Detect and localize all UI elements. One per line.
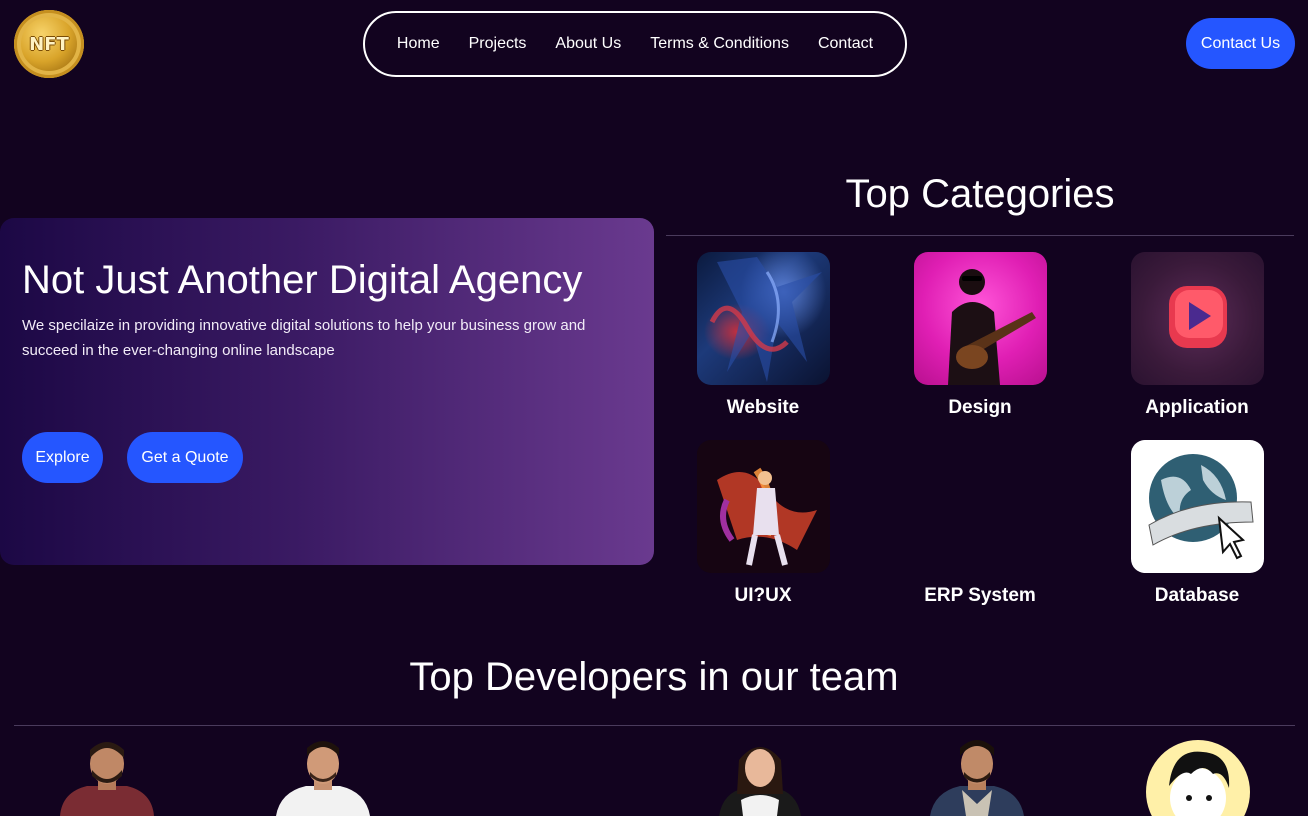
- developer-avatar-2[interactable]: [268, 740, 378, 816]
- contact-us-button[interactable]: Contact Us: [1186, 18, 1295, 69]
- database-category-image[interactable]: [1131, 440, 1264, 573]
- nav-projects[interactable]: Projects: [469, 35, 527, 53]
- main-nav: Home Projects About Us Terms & Condition…: [363, 11, 907, 77]
- nft-logo[interactable]: NFT: [14, 10, 84, 78]
- nav-about-us[interactable]: About Us: [555, 35, 621, 53]
- nav-contact[interactable]: Contact: [818, 35, 873, 53]
- logo-text: NFT: [29, 33, 69, 55]
- application-category-image[interactable]: [1131, 252, 1264, 385]
- developer-avatar-5[interactable]: [1143, 740, 1253, 816]
- developers-divider: [14, 725, 1295, 726]
- uiux-category-image[interactable]: [697, 440, 830, 573]
- hero-card: Not Just Another Digital Agency We speci…: [0, 218, 654, 565]
- website-category-image[interactable]: [697, 252, 830, 385]
- nav-terms[interactable]: Terms & Conditions: [650, 35, 789, 53]
- developers-title: Top Developers in our team: [409, 655, 899, 699]
- developer-avatar-3[interactable]: [705, 740, 815, 816]
- developer-avatar-1[interactable]: [52, 740, 162, 816]
- categories-divider: [666, 235, 1294, 236]
- category-label-website[interactable]: Website: [673, 396, 853, 420]
- hero-title: Not Just Another Digital Agency: [22, 258, 583, 302]
- nav-home[interactable]: Home: [397, 35, 440, 53]
- get-a-quote-button[interactable]: Get a Quote: [127, 432, 243, 483]
- category-label-design[interactable]: Design: [890, 396, 1070, 420]
- developer-avatar-4[interactable]: [922, 740, 1032, 816]
- category-label-database[interactable]: Database: [1107, 584, 1287, 608]
- categories-title: Top Categories: [845, 172, 1115, 216]
- hero-description: We specilaize in providing innovative di…: [22, 317, 586, 359]
- explore-button[interactable]: Explore: [22, 432, 103, 483]
- category-label-erp-system[interactable]: ERP System: [890, 584, 1070, 608]
- category-label-uiux[interactable]: UI?UX: [673, 584, 853, 608]
- category-label-application[interactable]: Application: [1107, 396, 1287, 420]
- design-category-image[interactable]: [914, 252, 1047, 385]
